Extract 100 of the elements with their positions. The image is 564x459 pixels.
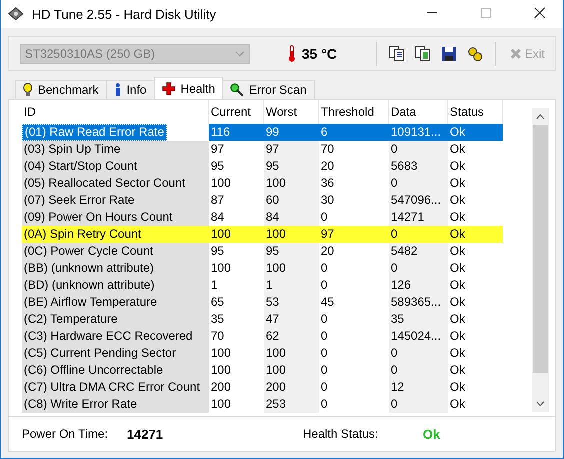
table-cell-text: 100 bbox=[265, 363, 288, 378]
table-cell-text: 14271 bbox=[390, 210, 426, 225]
table-cell-text: Ok bbox=[449, 210, 466, 225]
table-row[interactable]: (07) Seek Error Rate 87 60 30 547096... Ok bbox=[22, 192, 503, 209]
table-cell-text: (0A) Spin Retry Count bbox=[23, 227, 142, 242]
table-cell-text: Ok bbox=[449, 363, 466, 378]
table-row[interactable]: (04) Start/Stop Count 95 95 20 5683 Ok bbox=[22, 158, 503, 175]
table-cell-text: Ok bbox=[449, 397, 466, 412]
scrollbar-thumb[interactable] bbox=[533, 125, 548, 373]
window-title: HD Tune 2.55 - Hard Disk Utility bbox=[32, 6, 218, 22]
table-row[interactable]: (BE) Airflow Temperature 65 53 45 589365... Ok bbox=[22, 294, 503, 311]
table-cell: (01) Raw Read Error Rate bbox=[22, 124, 168, 141]
table-cell-text: 95 bbox=[210, 159, 226, 174]
table-row[interactable]: (03) Spin Up Time 97 97 70 0 Ok bbox=[22, 141, 503, 158]
table-cell-text: 5482 bbox=[390, 244, 419, 259]
table-cell-text: 62 bbox=[265, 329, 280, 344]
table-row[interactable]: (BD) (unknown attribute) 1 1 0 126 Ok bbox=[22, 277, 503, 294]
table-cell-text: 0 bbox=[320, 363, 329, 378]
table-cell-text: 109131... bbox=[390, 125, 442, 140]
table-row[interactable]: (BB) (unknown attribute) 100 100 0 0 Ok bbox=[22, 260, 503, 277]
maximize-icon bbox=[480, 6, 492, 18]
table-cell-text: 126 bbox=[390, 278, 412, 293]
tab[interactable]: Benchmark bbox=[15, 80, 107, 99]
table-cell-text: 35 bbox=[390, 312, 406, 327]
table-cell-text: 87 bbox=[210, 193, 226, 208]
table-row[interactable]: (C8) Write Error Rate 100 253 0 0 Ok bbox=[22, 396, 503, 413]
table-cell-text: (C6) Offline Uncorrectable bbox=[23, 363, 164, 378]
table-cell-text: 100 bbox=[265, 227, 288, 242]
table-cell-text: 0 bbox=[320, 380, 329, 395]
table-cell-text: 1 bbox=[265, 278, 274, 293]
table-row[interactable]: (05) Reallocated Sector Count 100 100 36 0 Ok bbox=[22, 175, 503, 192]
table-cell-text: Ok bbox=[449, 329, 466, 344]
copy-all-button[interactable] bbox=[412, 44, 433, 64]
table-cell-text: 20 bbox=[320, 159, 336, 174]
table-cell-text: 100 bbox=[210, 363, 232, 378]
info-icon bbox=[114, 83, 122, 97]
table-cell-text: 0 bbox=[320, 261, 329, 276]
table-cell-text: 0 bbox=[390, 346, 399, 361]
table-cell-text: 100 bbox=[210, 397, 232, 412]
table-cell-text: 95 bbox=[265, 244, 280, 259]
table-row[interactable]: (C5) Current Pending Sector 100 100 0 0 Ok bbox=[22, 345, 503, 362]
table-cell-text: 0 bbox=[390, 227, 399, 242]
lightbulb-icon bbox=[23, 83, 33, 97]
table-row[interactable]: (C6) Offline Uncorrectable 100 100 0 0 Ok bbox=[22, 362, 503, 379]
table-row[interactable]: (0A) Spin Retry Count 100 100 97 0 Ok bbox=[22, 226, 503, 243]
power-on-label: Power On Time: bbox=[22, 427, 110, 441]
table-cell-text: 0 bbox=[320, 312, 329, 327]
table-cell-text: 36 bbox=[320, 176, 336, 191]
table-cell-text: 0 bbox=[320, 329, 329, 344]
table-cell-text: 45 bbox=[320, 295, 336, 310]
table-cell-text: (C5) Current Pending Sector bbox=[23, 346, 178, 361]
thermometer-icon bbox=[288, 44, 296, 62]
tab[interactable]: Info bbox=[106, 80, 155, 99]
table-cell-text: 100 bbox=[265, 176, 288, 191]
table-row[interactable]: (0C) Power Cycle Count 95 95 20 5482 Ok bbox=[22, 243, 503, 260]
scroll-up-icon bbox=[536, 114, 545, 120]
table-cell-text: 1 bbox=[210, 278, 219, 293]
tab[interactable]: Health bbox=[154, 77, 224, 99]
table-cell-text: Ok bbox=[449, 227, 466, 242]
table-cell-text: 100 bbox=[265, 261, 288, 276]
table-cell-text: Ok bbox=[449, 176, 466, 191]
table-cell-text: 6 bbox=[320, 125, 329, 140]
close-icon bbox=[510, 48, 522, 60]
table-row[interactable]: (09) Power On Hours Count 84 84 0 14271 Ok bbox=[22, 209, 503, 226]
power-on-value: 14271 bbox=[127, 426, 164, 442]
table-cell-text: (04) Start/Stop Count bbox=[23, 159, 138, 174]
close-icon bbox=[534, 6, 546, 18]
table-cell-text: (05) Reallocated Sector Count bbox=[23, 176, 186, 191]
health-cross-icon bbox=[162, 82, 176, 96]
table-cell-text: 30 bbox=[320, 193, 336, 208]
table-cell-text: 100 bbox=[210, 261, 232, 276]
table-row[interactable]: (C2) Temperature 35 47 0 35 Ok bbox=[22, 311, 503, 328]
tab[interactable]: Error Scan bbox=[222, 80, 315, 99]
table-cell-text: Ok bbox=[449, 312, 466, 327]
table-row[interactable]: (01) Raw Read Error Rate 116 99 6 109131... Ok bbox=[22, 124, 503, 141]
table-cell-text: 0 bbox=[320, 210, 329, 225]
table-row[interactable]: (C7) Ultra DMA CRC Error Count 200 200 0 12 Ok bbox=[22, 379, 503, 396]
temperature-reading: 35 °C bbox=[302, 46, 338, 62]
table-cell-text: 99 bbox=[265, 125, 280, 140]
table-cell-text: 0 bbox=[390, 142, 399, 157]
table-cell-text: Ok bbox=[449, 261, 466, 276]
table-cell-text: (03) Spin Up Time bbox=[23, 142, 122, 157]
table-cell-text: (C8) Write Error Rate bbox=[23, 397, 138, 412]
table-cell-text: 70 bbox=[320, 142, 336, 157]
table-cell-text: (07) Seek Error Rate bbox=[23, 193, 136, 208]
table-cell-text: (C3) Hardware ECC Recovered bbox=[23, 329, 194, 344]
table-row[interactable]: (C3) Hardware ECC Recovered 70 62 0 145024... Ok bbox=[22, 328, 503, 345]
table-cell-text: 97 bbox=[320, 227, 336, 242]
table-cell-text: 47 bbox=[265, 312, 280, 327]
table-cell-text: 100 bbox=[210, 346, 232, 361]
health-status-label: Health Status: bbox=[303, 427, 380, 441]
table-cell-text: 97 bbox=[265, 142, 280, 157]
table-cell-text: 200 bbox=[210, 380, 232, 395]
table-cell-text: (C2) Temperature bbox=[23, 312, 119, 327]
copy-all-icon bbox=[414, 46, 431, 62]
table-cell-text: 0 bbox=[320, 346, 329, 361]
chevron-down-icon bbox=[235, 50, 245, 56]
table-cell-text: (C7) Ultra DMA CRC Error Count bbox=[23, 380, 202, 395]
table-cell-text: (0C) Power Cycle Count bbox=[23, 244, 154, 259]
copy-button[interactable] bbox=[386, 44, 407, 64]
